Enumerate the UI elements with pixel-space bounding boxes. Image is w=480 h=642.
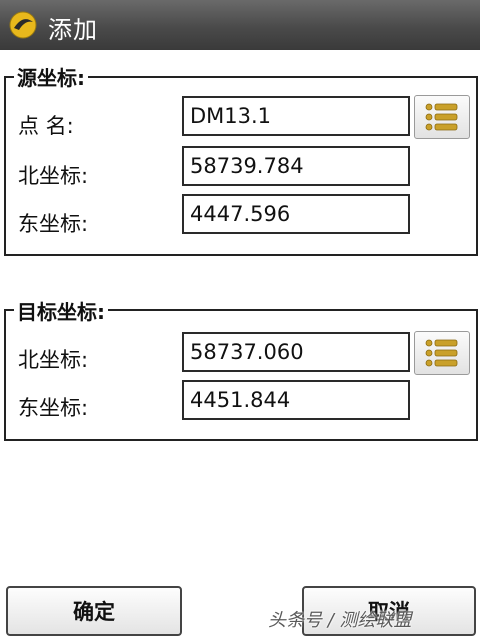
ok-button[interactable]: 确定 xyxy=(6,586,182,636)
source-north-label: 北坐标: xyxy=(18,164,89,188)
source-group-legend: 源坐标: xyxy=(14,62,88,91)
app-logo-icon xyxy=(9,11,37,39)
source-east-field[interactable] xyxy=(182,194,410,234)
list-icon xyxy=(425,103,458,131)
target-east-field[interactable] xyxy=(182,380,410,420)
target-north-label: 北坐标: xyxy=(18,348,89,372)
watermark-text: 头条号 / 测绘联盟 xyxy=(268,610,412,631)
target-east-label: 东坐标: xyxy=(18,396,89,420)
target-group-legend: 目标坐标: xyxy=(14,296,108,325)
title-bar: 添加 xyxy=(0,0,480,50)
source-north-field[interactable] xyxy=(182,146,410,186)
list-icon xyxy=(425,339,458,367)
point-name-label: 点 名: xyxy=(18,114,74,138)
source-east-label: 东坐标: xyxy=(18,212,89,236)
point-list-button[interactable] xyxy=(414,95,470,139)
window-title: 添加 xyxy=(48,16,98,44)
target-north-field[interactable] xyxy=(182,332,410,372)
target-list-button[interactable] xyxy=(414,331,470,375)
point-name-field[interactable] xyxy=(182,96,410,136)
